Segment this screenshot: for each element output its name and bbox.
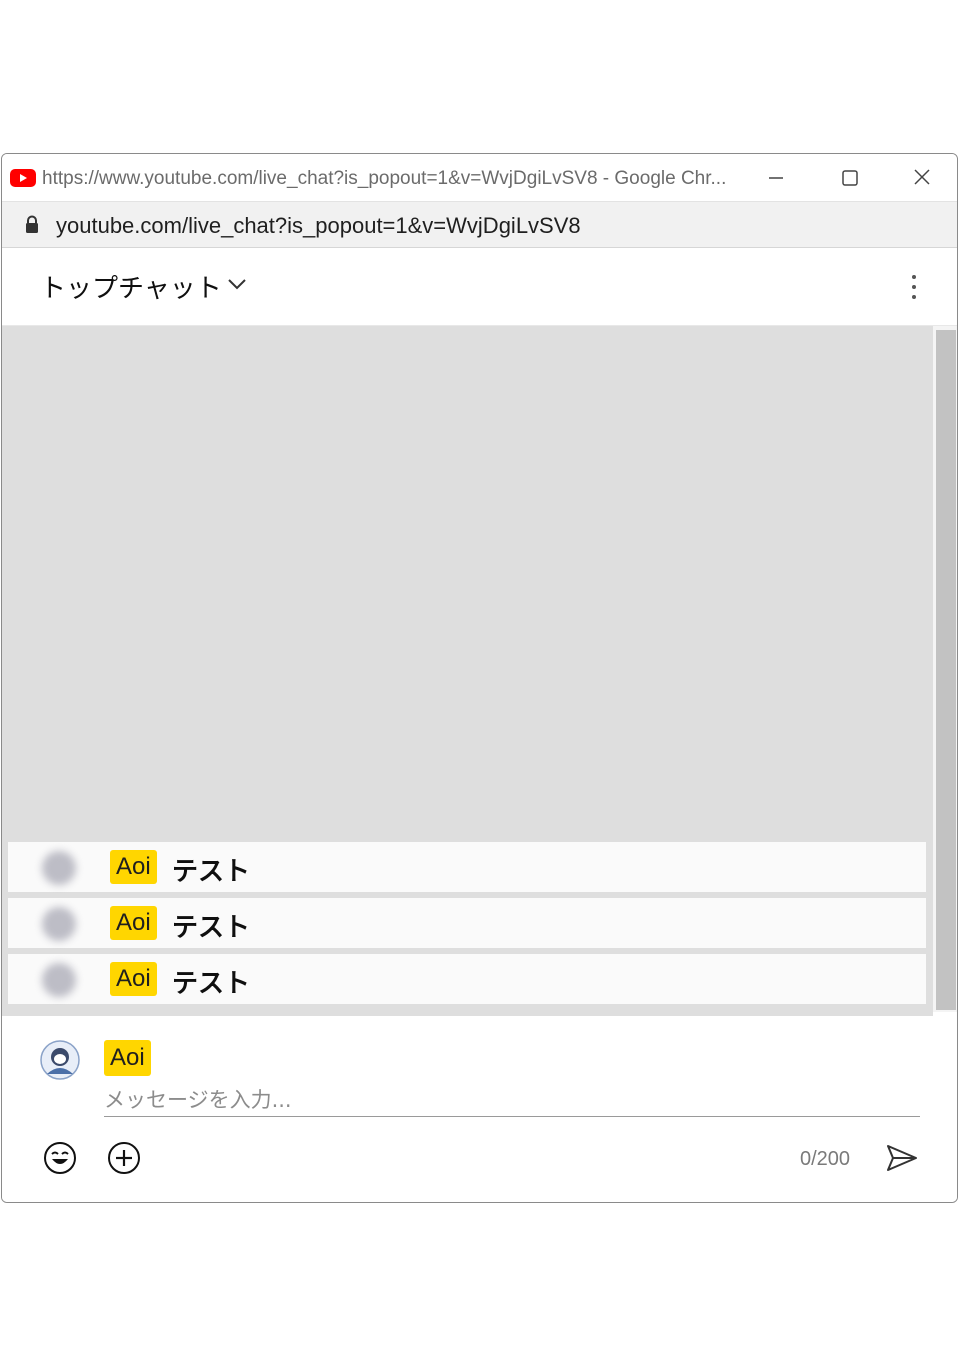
message-text: テスト	[172, 969, 251, 999]
author-name[interactable]: Aoi	[110, 906, 157, 940]
character-counter: 0/200	[800, 1148, 851, 1170]
minimize-icon[interactable]	[762, 166, 790, 190]
author-name[interactable]: Aoi	[110, 962, 157, 996]
avatar[interactable]	[42, 851, 76, 885]
emoji-icon[interactable]	[42, 1140, 78, 1176]
lock-icon[interactable]	[24, 215, 40, 235]
scrollbar-thumb[interactable]	[936, 330, 956, 1010]
scrollbar[interactable]	[933, 326, 957, 1012]
avatar[interactable]	[42, 963, 76, 997]
chat-header: トップチャット	[2, 248, 957, 326]
chat-message[interactable]: Aoi テスト	[8, 954, 926, 1004]
address-bar[interactable]: youtube.com/live_chat?is_popout=1&v=WvjD…	[2, 202, 957, 248]
url-text[interactable]: youtube.com/live_chat?is_popout=1&v=WvjD…	[56, 213, 581, 239]
avatar[interactable]	[40, 1040, 80, 1080]
send-icon[interactable]	[884, 1140, 920, 1176]
browser-popup-window: https://www.youtube.com/live_chat?is_pop…	[1, 153, 958, 1203]
title-bar[interactable]: https://www.youtube.com/live_chat?is_pop…	[2, 154, 957, 202]
author-name[interactable]: Aoi	[110, 850, 157, 884]
chat-mode-selector[interactable]: トップチャット	[40, 268, 222, 305]
chat-message-list[interactable]: Aoi テスト Aoi テスト Aoi テスト	[2, 326, 933, 1012]
window-title: https://www.youtube.com/live_chat?is_pop…	[42, 168, 727, 189]
add-plus-icon[interactable]	[106, 1140, 142, 1176]
chat-message[interactable]: Aoi テスト	[8, 898, 926, 948]
current-user-name: Aoi	[104, 1040, 151, 1076]
message-input[interactable]	[104, 1084, 920, 1117]
message-text: テスト	[172, 857, 251, 887]
message-text: テスト	[172, 913, 251, 943]
youtube-logo-icon	[10, 169, 36, 187]
avatar[interactable]	[42, 907, 76, 941]
close-icon[interactable]	[908, 166, 936, 190]
chevron-down-icon[interactable]	[226, 276, 248, 292]
chat-message[interactable]: Aoi テスト	[8, 842, 926, 892]
message-composer: Aoi 0/200	[2, 1016, 957, 1202]
maximize-icon[interactable]	[836, 166, 864, 190]
more-options-icon[interactable]	[906, 272, 922, 302]
